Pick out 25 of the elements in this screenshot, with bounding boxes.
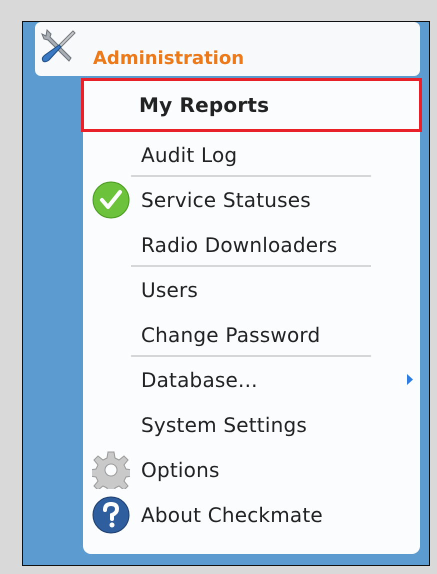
menu-item-label: Service Statuses <box>141 186 311 214</box>
menu-item[interactable]: My Reports <box>81 78 422 132</box>
menu-item[interactable]: Users <box>83 267 420 312</box>
menu-item-label: Database... <box>141 366 258 394</box>
menu-item[interactable]: Database... <box>83 357 420 402</box>
tools-icon <box>41 28 77 64</box>
menu-item-label: Options <box>141 456 220 484</box>
menu-title: Administration <box>93 47 244 71</box>
menu-item-label: About Checkmate <box>141 502 323 528</box>
check-icon <box>92 180 130 218</box>
menu-item[interactable]: About Checkmate <box>83 492 420 537</box>
menu-item[interactable]: Radio Downloaders <box>83 222 420 267</box>
menu-item-label: Change Password <box>141 322 320 348</box>
gear-icon <box>92 450 130 488</box>
menu-item-label: Radio Downloaders <box>141 232 338 258</box>
menu-item[interactable]: Change Password <box>83 312 420 357</box>
menu-item-label: System Settings <box>141 412 307 438</box>
menu-item[interactable]: Audit Log <box>83 132 420 177</box>
menu-item[interactable]: Service Statuses <box>83 177 420 222</box>
help-icon <box>92 496 130 534</box>
menu-item-label: Users <box>141 276 198 304</box>
menu-item[interactable]: Options <box>83 447 420 492</box>
menu-item-label: Audit Log <box>141 142 238 168</box>
menu-item[interactable]: System Settings <box>83 402 420 447</box>
menu-item-label: My Reports <box>139 92 270 119</box>
